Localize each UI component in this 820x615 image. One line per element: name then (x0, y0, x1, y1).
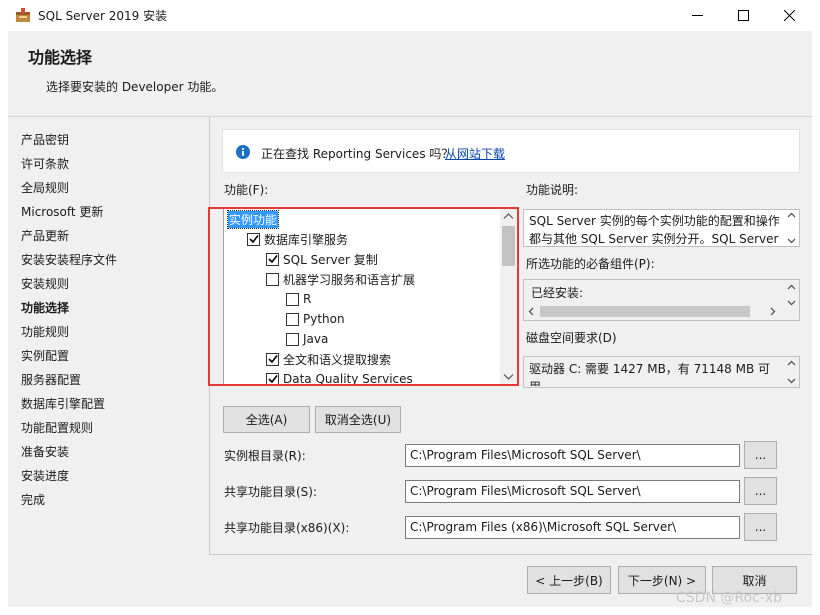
unselect-all-button[interactable]: 取消全选(U) (315, 406, 401, 433)
watermark: CSDN @Roc-xb (676, 590, 782, 606)
close-button[interactable] (766, 0, 812, 31)
nav-step-feature-selection[interactable]: 功能选择 (21, 299, 69, 316)
nav-step-install-progress[interactable]: 安装进度 (21, 467, 69, 484)
shared-dir-x86-label: 共享功能目录(x86)(X): (224, 521, 350, 535)
browse-shared-dir-button[interactable]: ... (744, 477, 777, 505)
disk-space-label: 磁盘空间要求(D) (526, 331, 617, 345)
instance-root-dir-label: 实例根目录(R): (224, 449, 306, 463)
maximize-button[interactable] (720, 0, 766, 31)
page-header (8, 31, 812, 117)
minimize-button[interactable] (674, 0, 720, 31)
nav-step-product-updates[interactable]: 产品更新 (21, 227, 69, 244)
disk-space-scrollbar[interactable] (785, 360, 797, 384)
scroll-down-arrow-icon[interactable] (787, 300, 796, 306)
nav-step-server-config[interactable]: 服务器配置 (21, 371, 81, 388)
select-all-button[interactable]: 全选(A) (223, 406, 310, 433)
info-text: 正在查找 Reporting Services 吗？ (261, 147, 454, 161)
feature-description-text: SQL Server 实例的每个实例功能的配置和操作都与其他 SQL Serve… (529, 214, 780, 246)
nav-step-ready-to-install[interactable]: 准备安装 (21, 443, 69, 460)
nav-step-feature-rules[interactable]: 功能规则 (21, 323, 69, 340)
scroll-up-arrow-icon[interactable] (787, 212, 796, 218)
prerequisites-text: 已经安装: (531, 286, 584, 300)
download-from-web-link[interactable]: 从网站下载 (445, 145, 505, 162)
nav-step-install-setup-files[interactable]: 安装安装程序文件 (21, 251, 117, 268)
scroll-up-arrow-icon[interactable] (787, 360, 796, 366)
nav-step-feature-config-rules[interactable]: 功能配置规则 (21, 419, 93, 436)
nav-step-install-rules[interactable]: 安装规则 (21, 275, 69, 292)
prerequisites-vertical-scrollbar[interactable] (785, 284, 797, 306)
scroll-down-arrow-icon[interactable] (787, 378, 796, 384)
info-icon (236, 145, 250, 159)
back-button[interactable]: < 上一步(B) (527, 566, 611, 594)
page-subtitle: 选择要安装的 Developer 功能。 (46, 80, 224, 94)
disk-space-text: 驱动器 C: 需要 1427 MB，有 71148 MB 可用 (529, 362, 771, 386)
instance-root-dir-input[interactable]: C:\Program Files\Microsoft SQL Server\ (405, 444, 740, 467)
features-label: 功能(F): (224, 183, 269, 197)
close-icon (783, 10, 795, 21)
nav-step-product-key[interactable]: 产品密钥 (21, 131, 69, 148)
prerequisites-label: 所选功能的必备组件(P): (526, 257, 655, 271)
nav-step-instance-config[interactable]: 实例配置 (21, 347, 69, 364)
description-scrollbar[interactable] (785, 212, 797, 244)
feature-description-label: 功能说明: (526, 183, 579, 197)
highlight-annotation-box (208, 207, 519, 386)
nav-step-complete[interactable]: 完成 (21, 491, 45, 508)
browse-instance-root-button[interactable]: ... (744, 441, 777, 469)
maximize-icon (737, 10, 749, 21)
nav-step-global-rules[interactable]: 全局规则 (21, 179, 69, 196)
prerequisites-scroll-thumb[interactable] (540, 306, 750, 317)
scroll-down-arrow-icon[interactable] (787, 238, 796, 244)
window-title: SQL Server 2019 安装 (38, 9, 168, 23)
shared-dir-x86-input[interactable]: C:\Program Files (x86)\Microsoft SQL Ser… (405, 516, 740, 539)
shared-dir-label: 共享功能目录(S): (224, 485, 318, 499)
minimize-icon (691, 15, 703, 16)
page-title: 功能选择 (28, 48, 93, 67)
nav-step-license-terms[interactable]: 许可条款 (21, 155, 69, 172)
nav-step-microsoft-update[interactable]: Microsoft 更新 (21, 203, 103, 220)
scroll-left-arrow-icon[interactable] (528, 307, 534, 316)
shared-dir-input[interactable]: C:\Program Files\Microsoft SQL Server\ (405, 480, 740, 503)
scroll-right-arrow-icon[interactable] (770, 307, 776, 316)
nav-step-db-engine-config[interactable]: 数据库引擎配置 (21, 395, 105, 412)
scroll-up-arrow-icon[interactable] (787, 284, 796, 290)
sql-server-setup-icon (16, 8, 30, 22)
browse-shared-dir-x86-button[interactable]: ... (744, 513, 777, 541)
